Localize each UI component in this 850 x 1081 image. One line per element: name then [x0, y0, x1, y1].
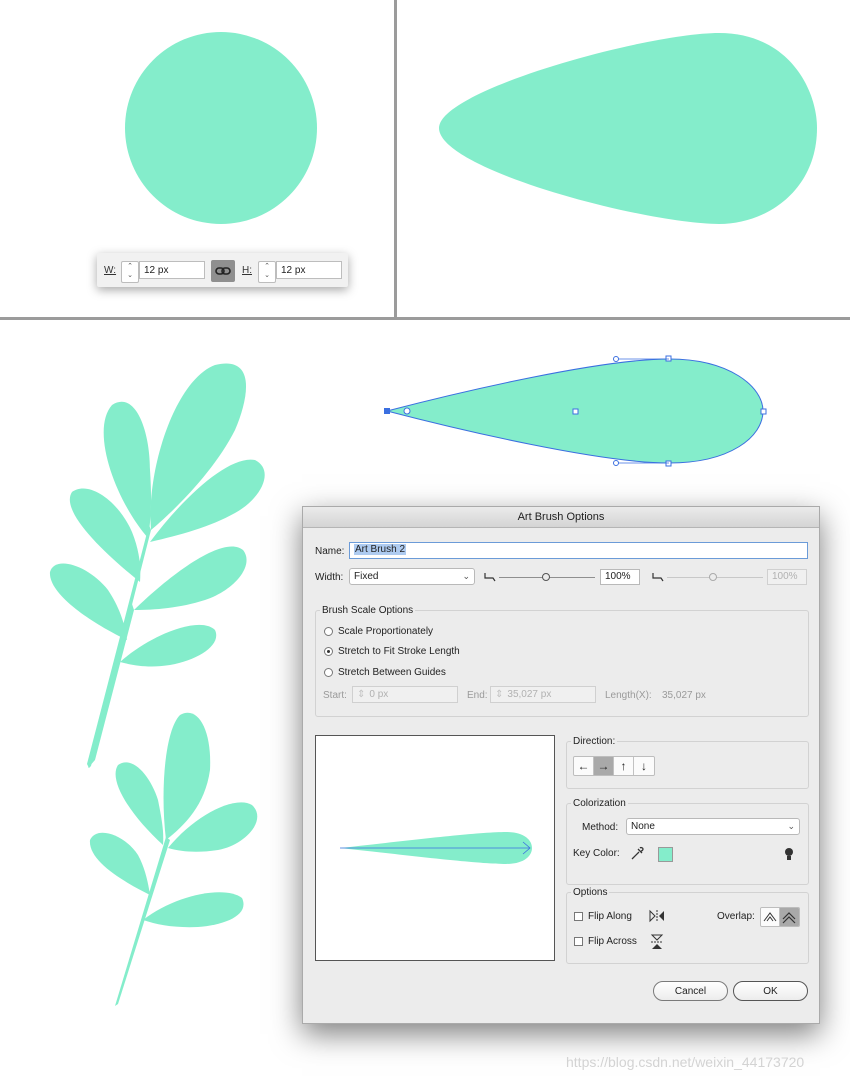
start-input: ⇕ 0 px	[352, 686, 458, 703]
key-color-swatch[interactable]	[658, 847, 673, 862]
brush-scale-title: Brush Scale Options	[320, 605, 416, 616]
ok-button[interactable]: OK	[733, 981, 808, 1001]
flip-across-checkbox[interactable]	[574, 937, 583, 946]
height-input[interactable]: 12 px	[276, 261, 342, 279]
chevron-down-icon: ⌄	[462, 571, 470, 581]
leaf-12[interactable]	[143, 892, 244, 928]
start-stepper-icon: ⇕	[357, 689, 366, 700]
anchor-point-start[interactable]	[384, 408, 390, 414]
anchor-point-right[interactable]	[760, 408, 767, 415]
leaf-5[interactable]	[134, 546, 247, 610]
flip-across-label: Flip Across	[588, 936, 637, 947]
width-input[interactable]: 12 px	[139, 261, 205, 279]
end-label: End:	[467, 690, 488, 701]
constrain-proportions-button[interactable]	[211, 260, 235, 282]
end-input: ⇕ 35,027 px	[490, 686, 596, 703]
overlap-label: Overlap:	[717, 911, 755, 922]
leaf-6[interactable]	[49, 563, 127, 640]
art-brush-options-dialog: Art Brush Options Name: Art Brush 2 Widt…	[302, 506, 820, 1024]
name-input-value: Art Brush 2	[354, 544, 407, 555]
scale-proportionately-label: Scale Proportionately	[338, 626, 434, 637]
pressure-pen-icon	[484, 573, 496, 582]
direction-down-button[interactable]: ↓	[634, 757, 654, 775]
leaf-branches	[49, 363, 265, 1006]
anchor-point-top[interactable]	[665, 355, 672, 362]
method-select[interactable]: None ⌄	[626, 818, 800, 835]
watermark: https://blog.csdn.net/weixin_44173720	[566, 1054, 805, 1070]
stretch-between-guides-label: Stretch Between Guides	[338, 667, 446, 678]
name-label: Name:	[315, 546, 345, 557]
colorization-group	[566, 803, 809, 885]
handle-bottom[interactable]	[613, 460, 619, 466]
leaf-9[interactable]	[115, 762, 164, 845]
overlap-none-button[interactable]	[780, 908, 799, 926]
stretch-to-fit-label: Stretch to Fit Stroke Length	[338, 646, 460, 657]
cancel-button[interactable]: Cancel	[653, 981, 728, 1001]
eyedropper-icon[interactable]	[629, 846, 645, 862]
anchor-point-bottom[interactable]	[665, 460, 672, 467]
chevron-down-icon: ⌄	[787, 821, 795, 831]
length-label: Length(X):	[605, 690, 652, 701]
handle-top[interactable]	[613, 356, 619, 362]
overlap-adjust-icon	[763, 912, 777, 922]
height-label: H:	[242, 265, 252, 276]
center-point	[572, 408, 579, 415]
width-row-label: Width:	[315, 572, 344, 583]
overlap-buttons	[760, 907, 800, 927]
circle-shape[interactable]	[125, 32, 317, 224]
colorization-title: Colorization	[571, 798, 628, 809]
pressure-pen-icon-secondary	[652, 573, 664, 582]
method-label: Method:	[582, 822, 619, 833]
teardrop-shape[interactable]	[439, 33, 817, 224]
height-stepper[interactable]: ⌃ ⌄	[258, 261, 276, 283]
direction-right-button[interactable]: →	[594, 757, 614, 775]
brush-preview-stroke	[340, 832, 532, 864]
flip-along-icon	[649, 909, 664, 923]
selected-teardrop-path	[384, 355, 767, 467]
stretch-between-guides-radio[interactable]	[324, 668, 333, 677]
length-value: 35,027 px	[662, 690, 706, 701]
variation-percent-input: 100%	[767, 569, 807, 585]
start-label: Start:	[323, 690, 347, 701]
leaf-11[interactable]	[89, 832, 150, 895]
end-value: 35,027 px	[507, 689, 552, 700]
key-color-label: Key Color:	[573, 848, 620, 859]
start-value: 0 px	[369, 689, 389, 700]
width-stepper[interactable]: ⌃ ⌄	[121, 261, 139, 283]
width-select[interactable]: Fixed ⌄	[349, 568, 475, 585]
width-slider-knob[interactable]	[542, 573, 550, 581]
chain-link-icon	[215, 267, 231, 275]
width-label: W:	[104, 265, 117, 276]
method-select-value: None	[631, 821, 655, 832]
end-stepper-icon: ⇕	[495, 689, 504, 700]
scale-proportionately-radio[interactable]	[324, 627, 333, 636]
overlap-adjust-button[interactable]	[761, 908, 780, 926]
options-group	[566, 892, 809, 964]
variation-slider-knob	[709, 573, 717, 581]
stretch-to-fit-radio[interactable]	[324, 647, 333, 656]
flip-along-label: Flip Along	[588, 911, 632, 922]
anchor-point-tip[interactable]	[403, 407, 411, 415]
flip-across-icon	[650, 934, 664, 949]
direction-title: Direction:	[571, 736, 618, 747]
flip-along-checkbox[interactable]	[574, 912, 583, 921]
direction-up-button[interactable]: ↑	[614, 757, 634, 775]
direction-left-button[interactable]: ←	[574, 757, 594, 775]
overlap-none-icon	[782, 912, 796, 924]
leaf-7[interactable]	[120, 624, 217, 667]
direction-buttons: ← → ↑ ↓	[573, 756, 655, 776]
name-input[interactable]: Art Brush 2	[349, 542, 808, 559]
size-panel: W: ⌃ ⌄ 12 px H: ⌃ ⌄ 12 px	[97, 253, 348, 287]
lightbulb-icon[interactable]	[782, 846, 796, 862]
options-title: Options	[571, 887, 610, 898]
width-percent-input[interactable]: 100%	[600, 569, 640, 585]
teardrop-canvas	[439, 33, 817, 224]
dialog-title: Art Brush Options	[303, 507, 819, 528]
width-select-value: Fixed	[354, 571, 379, 582]
brush-preview	[315, 735, 555, 961]
